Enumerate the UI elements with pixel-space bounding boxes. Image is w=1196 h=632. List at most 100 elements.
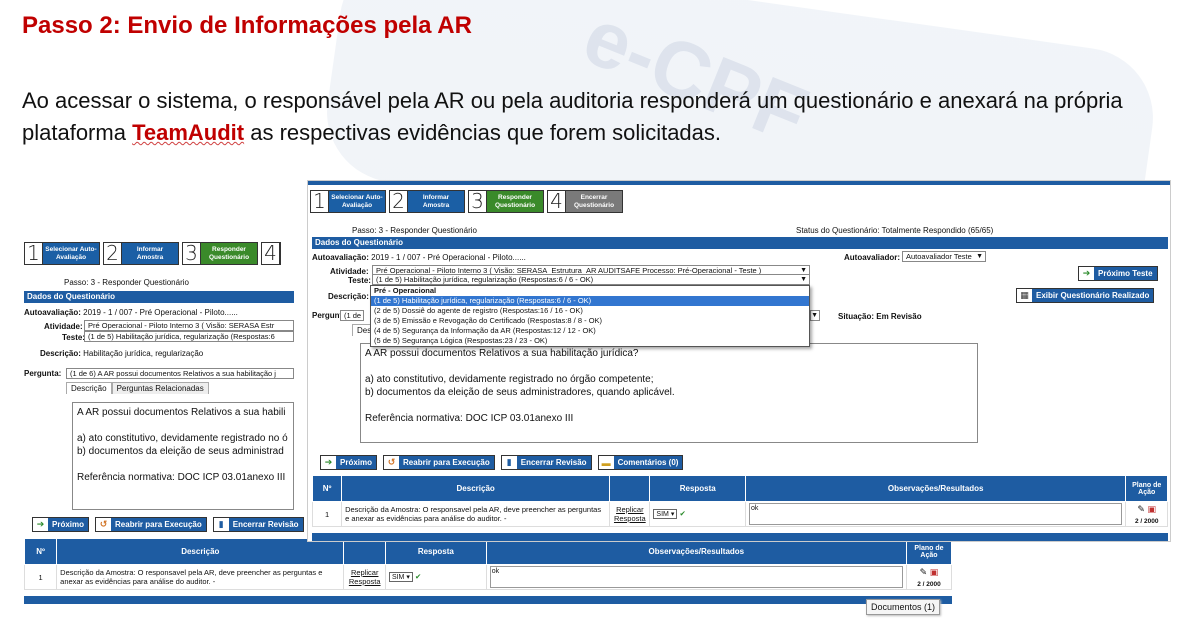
back-step-caption: Passo: 3 - Responder Questionário (64, 278, 189, 287)
front-col-obs: Observações/Resultados (745, 475, 1127, 502)
back-atividade-label: Atividade: (44, 322, 83, 331)
front-action-buttons: ➔ Próximo ↺ Reabrir para Execução ▮ Encerra… (320, 455, 684, 470)
back-resposta-cell: SIM ▾ ✔ (384, 564, 487, 590)
front-replicate-link[interactable]: Replicar Resposta (609, 501, 651, 527)
dropdown-group-label: Pré - Operacional (374, 286, 437, 295)
table-row: 1 Descrição da Amostra: O responsavel pe… (311, 501, 1168, 527)
back-col-desc: Descrição (56, 538, 345, 565)
back-char-counter: 2 / 2000 (917, 580, 941, 588)
back-step-1[interactable]: 1 Selecionar Auto-Avaliação (24, 242, 100, 265)
front-col-desc: Descrição (341, 475, 611, 502)
back-descricao: Descrição: Habilitação jurídica, regular… (40, 349, 204, 358)
back-pergunta-select[interactable]: (1 de 6) A AR possui documentos Relativo… (66, 368, 294, 379)
front-autoavaliador-select[interactable]: Autoavaliador Teste ▼ (902, 251, 986, 262)
arrow-right-icon: ➔ (33, 518, 48, 531)
back-next-button[interactable]: ➔ Próximo (32, 517, 90, 532)
front-obs-field[interactable]: ok (749, 503, 1123, 525)
front-obs-cell: ok (745, 501, 1127, 527)
front-autoavaliador-label: Autoavaliador: (844, 253, 901, 262)
back-close-review-button[interactable]: ▮ Encerrar Revisão (212, 517, 304, 532)
front-step-2[interactable]: 2 Informar Amostra (389, 190, 465, 213)
front-step-1[interactable]: 1 Selecionar Auto-Avaliação (310, 190, 386, 213)
front-pergunta-select[interactable]: (1 de (340, 310, 364, 321)
back-table-footer (24, 596, 952, 604)
front-close-review-button[interactable]: ▮ Encerrar Revisão (500, 455, 592, 470)
back-tab-descricao[interactable]: Descrição (66, 382, 112, 394)
back-row-num: 1 (23, 564, 58, 590)
close-review-icon: ▮ (501, 456, 517, 469)
back-sample-table: Nº Descrição Resposta Observações/Result… (23, 538, 952, 590)
front-col-resposta: Resposta (649, 475, 747, 502)
back-step-3[interactable]: 3 Responder Questionário (182, 242, 258, 265)
close-review-icon: ▮ (213, 518, 229, 531)
front-step-4[interactable]: 4 Encerrar Questionário (547, 190, 623, 213)
back-step-2[interactable]: 2 Informar Amostra (103, 242, 179, 265)
front-resposta-select[interactable]: SIM ▾ (653, 509, 678, 519)
show-completed-questionnaire-button[interactable]: ▦ Exibir Questionário Realizado (1016, 288, 1155, 303)
front-descricao-label: Descrição: (328, 292, 369, 301)
front-step-3[interactable]: 3 Responder Questionário (468, 190, 544, 213)
chevron-down-icon: ▼ (811, 312, 818, 319)
back-replicate-link[interactable]: Replicar Resposta (343, 564, 386, 590)
back-teste-label: Teste: (62, 333, 85, 342)
back-col-resposta: Resposta (384, 538, 487, 565)
documents-tooltip: Documentos (1) (866, 599, 941, 615)
back-row-desc: Descrição da Amostra: O responsavel pela… (56, 564, 345, 590)
front-reopen-button[interactable]: ↺ Reabrir para Execução (383, 455, 495, 470)
teste-dropdown-list: Pré - Operacional (1 de 5) Habilitação j… (370, 285, 810, 347)
back-question-text[interactable]: A AR possui documentos Relativos a sua h… (72, 402, 294, 510)
brand-name: TeamAudit (132, 120, 245, 145)
dropdown-option-3[interactable]: (3 de 5) Emissão e Revogação do Certific… (371, 316, 809, 326)
back-pergunta-label: Pergunta: (24, 369, 62, 378)
front-comments-button[interactable]: ▬ Comentários (0) (597, 455, 684, 470)
arrow-right-icon: ➔ (1079, 267, 1094, 280)
front-atividade-label: Atividade: (330, 267, 369, 276)
front-question-text[interactable]: A AR possui documentos Relativos a sua h… (360, 343, 978, 443)
front-section-header: Dados do Questionário (312, 237, 1168, 249)
front-top-bar (308, 181, 1170, 185)
back-step-4[interactable]: 4 (261, 242, 281, 265)
front-teste-select[interactable]: (1 de 5) Habilitação jurídica, regulariz… (372, 274, 810, 285)
back-col-plano: Plano de Ação (905, 538, 952, 565)
back-teste-select[interactable]: (1 de 5) Habilitação jurídica, regulariz… (84, 331, 294, 342)
back-action-buttons: ➔ Próximo ↺ Reabrir para Execução ▮ Encerra… (32, 517, 304, 532)
check-icon: ✔ (679, 509, 686, 518)
dropdown-option-5[interactable]: (5 de 5) Segurança Lógica (Respostas:23 … (371, 336, 809, 346)
front-autoavaliacao: Autoavaliação: 2019 - 1 / 007 - Pré Oper… (312, 253, 526, 262)
back-col-obs: Observações/Resultados (485, 538, 907, 565)
arrow-right-icon: ➔ (321, 456, 336, 469)
documents-icon[interactable]: ▣ (1147, 504, 1156, 514)
dropdown-option-1[interactable]: (1 de 5) Habilitação jurídica, regulariz… (371, 296, 809, 306)
documents-icon[interactable]: ▣ (930, 567, 939, 577)
front-teste-label: Teste: (348, 276, 371, 285)
back-col-replicate (343, 538, 386, 565)
table-row: 1 Descrição da Amostra: O responsavel pe… (23, 564, 952, 590)
front-col-num: Nº (311, 475, 343, 502)
front-col-replicate (609, 475, 651, 502)
back-tab-perguntas[interactable]: Perguntas Relacionadas (111, 382, 209, 394)
back-obs-cell: ok (485, 564, 907, 590)
front-step-caption: Passo: 3 - Responder Questionário (352, 226, 477, 235)
check-icon: ✔ (414, 572, 422, 581)
back-col-num: Nº (23, 538, 58, 565)
front-resposta-cell: SIM ▾ ✔ (649, 501, 747, 527)
dropdown-option-2[interactable]: (2 de 5) Dossiê do agente de registro (R… (371, 306, 809, 316)
back-atividade-select[interactable]: Pré Operacional - Piloto Interno 3 ( Vis… (84, 320, 294, 331)
front-next-button[interactable]: ➔ Próximo (320, 455, 378, 470)
folder-icon: ▬ (598, 456, 614, 469)
dropdown-option-4[interactable]: (4 de 5) Segurança da Informação da AR (… (371, 326, 809, 336)
edit-icon[interactable]: ✎ (920, 567, 928, 577)
front-wizard-steps: 1 Selecionar Auto-Avaliação 2 Informar Amo… (310, 190, 623, 213)
back-section-header: Dados do Questionário (24, 291, 294, 303)
front-situacao: Situação: Em Revisão (838, 312, 922, 321)
reopen-icon: ↺ (96, 518, 112, 531)
front-sample-table: Nº Descrição Resposta Observações/Result… (311, 475, 1168, 527)
front-pergunta-select-arrow[interactable]: ▼ (810, 310, 820, 321)
back-obs-field[interactable]: ok (489, 566, 903, 588)
back-resposta-select[interactable]: SIM ▾ (388, 572, 413, 582)
front-status: Status do Questionário: Totalmente Respo… (796, 226, 994, 235)
back-plano-cell: ✎ ▣ 2 / 2000 (905, 564, 952, 590)
edit-icon[interactable]: ✎ (1137, 504, 1145, 514)
next-test-button[interactable]: ➔ Próximo Teste (1078, 266, 1158, 281)
back-reopen-button[interactable]: ↺ Reabrir para Execução (95, 517, 207, 532)
